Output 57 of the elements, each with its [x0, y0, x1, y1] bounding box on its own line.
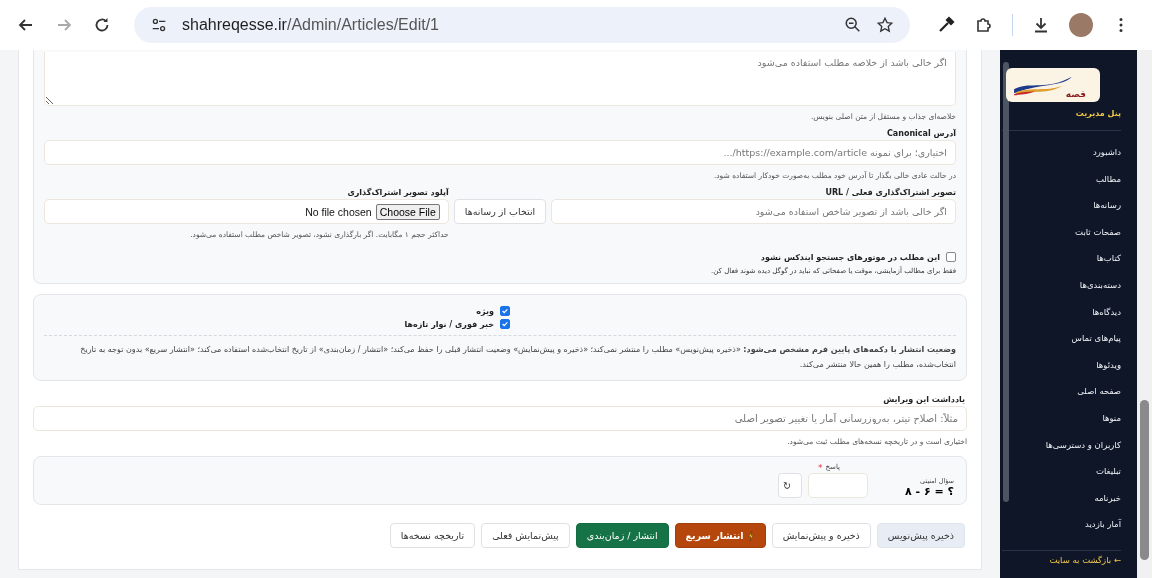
sidebar-item[interactable]: کاربران و دسترسی‌ها	[1016, 431, 1121, 459]
address-bar[interactable]: shahreqesse.ir/Admin/Articles/Edit/1	[134, 7, 910, 43]
sidebar-item[interactable]: ویدئوها	[1016, 351, 1121, 379]
sidebar-title: پنل مدیریت	[1074, 109, 1121, 118]
file-status: No file chosen	[305, 205, 372, 218]
edit-note-label: یادداشت این ویرایش	[882, 395, 965, 404]
sidebar-item[interactable]: آمار بازدید	[1016, 511, 1121, 538]
zoom-out-icon[interactable]	[844, 16, 862, 34]
logo-text: قصه	[1065, 89, 1086, 99]
noindex-checkbox[interactable]	[946, 252, 956, 262]
sidebar-item[interactable]: مطالب	[1016, 165, 1121, 193]
captcha-answer-input[interactable]	[808, 473, 868, 498]
sidebar-item[interactable]: تبلیغات	[1016, 458, 1121, 485]
action-button[interactable]: تاریخچه نسخه‌ها	[389, 523, 476, 548]
sidebar-item[interactable]: منوها	[1016, 404, 1121, 432]
required-mark: *	[818, 463, 823, 473]
avatar[interactable]	[1069, 13, 1093, 37]
star-icon[interactable]	[876, 16, 894, 34]
back-to-site-link[interactable]: ← بازگشت به سایت	[1016, 554, 1121, 565]
upload-label: آپلود تصویر اشتراک‌گذاری	[346, 188, 449, 197]
summary-textarea[interactable]: اگر خالی باشد از خلاصه مطلب استفاده می‌شود	[44, 52, 956, 106]
sidebar-item[interactable]: رسانه‌ها	[1016, 192, 1121, 219]
share-image-input[interactable]: اگر خالی باشد از تصویر شاخص استفاده می‌شود	[551, 199, 956, 224]
sidebar-item[interactable]: کتاب‌ها	[1016, 245, 1121, 272]
sidebar-item[interactable]: داشبورد	[1016, 139, 1121, 166]
flag-label: ویژه	[476, 306, 494, 316]
sidebar-item[interactable]: دسته‌بندی‌ها	[1016, 271, 1121, 299]
flag-checkbox[interactable]	[500, 319, 510, 329]
sidebar-scrollbar[interactable]	[1003, 62, 1009, 502]
url-text: shahreqesse.ir/Admin/Articles/Edit/1	[182, 16, 439, 34]
file-input[interactable]: No file chosen Choose File	[44, 199, 449, 224]
noindex-label: این مطلب در موتورهای جستجو ایندکس نشود	[760, 252, 940, 262]
canonical-label: آدرس Canonical	[885, 129, 956, 138]
sidebar-item[interactable]: صفحات ثابت	[1016, 218, 1121, 246]
sidebar-item[interactable]: پیام‌های تماس	[1016, 325, 1121, 352]
share-image-label: تصویر اشتراک‌گذاری فعلی / URL	[824, 188, 956, 197]
site-settings-icon[interactable]	[150, 16, 168, 34]
sidebar-item[interactable]: خبرنامه	[1016, 484, 1121, 512]
media-picker-button[interactable]: انتخاب از رسانه‌ها	[453, 199, 547, 224]
action-button[interactable]: ذخیره پیش‌نویس	[876, 523, 965, 548]
action-button[interactable]: انتشار سریع	[674, 523, 766, 548]
puzzle-icon[interactable]	[974, 15, 994, 35]
lightning-icon	[746, 529, 755, 542]
publish-note: وضعیت انتشار با دکمه‌های پایین فرم مشخص می‌شود: «ذخیره پیش‌نویس» مطلب را منتشر نمی‌کند؛ «ذخیره و پیش‌نمایش» وضعیت انتشار قبلی را حفظ می‌کند؛ «انتشار / زمان‌بندی» از تاریخ انتخاب‌شده استفاده می‌کند؛ «انتشار سریع» بدون توجه به تاریخ انتخاب‌شده، مطلب را همین حالا منتشر می‌کند.	[79, 344, 956, 371]
captcha-question: ۸ - ۶ = ؟	[904, 485, 954, 498]
action-button[interactable]: ذخیره و پیش‌نمایش	[771, 523, 871, 548]
choose-file-button[interactable]: Choose File	[375, 203, 440, 220]
edit-note-input[interactable]: مثلاً: اصلاح تیتر، به‌روزرسانی آمار یا تغییر تصویر اصلی	[33, 406, 967, 431]
sidebar-item[interactable]: دیدگاه‌ها	[1016, 298, 1121, 326]
page-scrollbar[interactable]	[1137, 50, 1152, 578]
action-button[interactable]: پیش‌نمایش فعلی	[481, 523, 570, 548]
sidebar-item[interactable]: صفحه اصلی	[1016, 378, 1121, 405]
refresh-button[interactable]: ↻	[778, 473, 802, 498]
flag-checkbox[interactable]	[500, 306, 510, 316]
flag-label: خبر فوری / نوار تازه‌ها	[404, 319, 494, 329]
action-button[interactable]: انتشار / زمان‌بندی	[575, 523, 669, 548]
canonical-input[interactable]: اختیاری؛ برای نمونه https://example.com/article/...	[44, 140, 956, 165]
